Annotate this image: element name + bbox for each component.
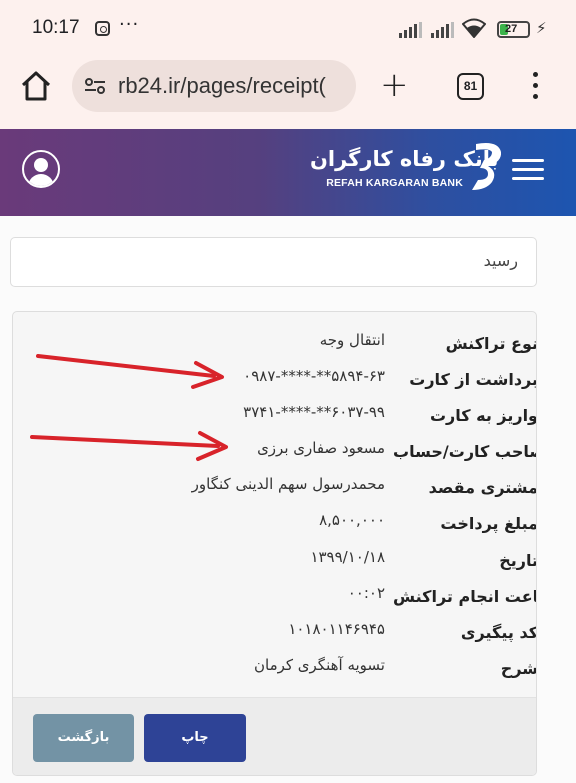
address-bar[interactable]: rb24.ir/pages/receipt(: [72, 60, 356, 112]
receipt-row: کد پیگیری ۱۰۱۸۰۱۱۴۶۹۴۵: [13, 615, 537, 651]
battery-icon: 27: [497, 21, 530, 38]
site-settings-icon[interactable]: [84, 77, 106, 95]
back-button[interactable]: بازگشت: [33, 714, 134, 762]
battery-percent: 27: [505, 23, 518, 35]
receipt-panel: نوع تراکنش انتقال وجه برداشت از کارت ۵۸۹…: [12, 311, 537, 776]
signal-strength-icon-2: [431, 22, 454, 38]
receipt-row: تاریخ ۱۳۹۹/۱۰/۱۸: [13, 543, 537, 579]
row-label: برداشت از کارت: [409, 370, 537, 390]
row-label: ساعت انجام تراکنش: [393, 586, 536, 606]
receipt-row: واریز به کارت ۶۰۳۷-۹۹**-****-۳۷۴۱: [13, 398, 537, 434]
status-time: 10:17: [32, 17, 80, 38]
signal-strength-icon: [399, 22, 422, 38]
bank-logo-icon: [472, 143, 502, 190]
new-tab-button[interactable]: +: [380, 66, 409, 104]
row-label: مبلغ پرداخت: [440, 514, 537, 534]
receipt-row: مبلغ پرداخت ۸,۵۰۰,۰۰۰: [13, 506, 537, 542]
row-label: مشتری مقصد: [428, 478, 537, 498]
receipt-row: صاحب کارت/حساب مسعود صفاری برزی: [13, 434, 537, 470]
row-label: صاحب کارت/حساب: [393, 442, 537, 462]
row-value: تسویه آهنگری کرمان: [253, 655, 385, 674]
user-profile-icon[interactable]: [22, 150, 60, 188]
tab-switcher-button[interactable]: 81: [457, 73, 484, 100]
browser-menu-icon[interactable]: [533, 72, 539, 102]
receipt-actions: چاپ بازگشت: [13, 697, 536, 775]
row-value: محمدرسول سهم الدینی کنگاور: [191, 475, 385, 494]
lightning-bolt-icon: ⚡: [536, 19, 547, 37]
more-notifications-icon: ···: [119, 14, 140, 35]
receipt-row: برداشت از کارت ۵۸۹۴-۶۳**-****-۰۹۸۷: [13, 362, 537, 398]
url-text: rb24.ir/pages/receipt(: [118, 73, 326, 98]
row-label: تاریخ: [499, 550, 537, 570]
receipt-title-card: رسید: [10, 237, 537, 287]
row-value: ۱۰۱۸۰۱۱۴۶۹۴۵: [288, 619, 385, 638]
row-value: ۰۰:۰۲: [347, 583, 385, 602]
page-title: رسید: [483, 251, 518, 270]
print-button[interactable]: چاپ: [144, 714, 246, 762]
wifi-icon: [462, 18, 486, 38]
row-label: واریز به کارت: [429, 406, 537, 426]
home-icon[interactable]: [18, 68, 54, 104]
row-value: ۸,۵۰۰,۰۰۰: [319, 511, 385, 530]
bank-name-fa: بانک رفاه کارگران: [310, 147, 499, 171]
hamburger-menu-icon[interactable]: [512, 159, 544, 181]
instagram-icon: [95, 21, 110, 36]
row-label: کد پیگیری: [460, 622, 537, 642]
row-value: مسعود صفاری برزی: [257, 439, 385, 458]
browser-toolbar: rb24.ir/pages/receipt( + 81: [0, 58, 576, 130]
row-value: ۱۳۹۹/۱۰/۱۸: [310, 547, 385, 566]
receipt-row: شرح تسویه آهنگری کرمان: [13, 651, 537, 687]
receipt-row: مشتری مقصد محمدرسول سهم الدینی کنگاور: [13, 470, 537, 506]
bank-name-en: REFAH KARGARAN BANK: [326, 177, 463, 189]
row-value: انتقال وجه: [319, 331, 385, 349]
status-bar: 10:17 ··· 27 ⚡: [0, 0, 576, 58]
receipt-row: ساعت انجام تراکنش ۰۰:۰۲: [13, 579, 536, 615]
row-value: ۵۸۹۴-۶۳**-****-۰۹۸۷: [243, 367, 385, 386]
row-label: شرح: [500, 658, 537, 678]
bank-header: بانک رفاه کارگران REFAH KARGARAN BANK: [0, 129, 576, 216]
receipt-row: نوع تراکنش انتقال وجه: [13, 326, 537, 362]
row-label: نوع تراکنش: [445, 334, 537, 353]
row-value: ۶۰۳۷-۹۹**-****-۳۷۴۱: [243, 403, 385, 422]
